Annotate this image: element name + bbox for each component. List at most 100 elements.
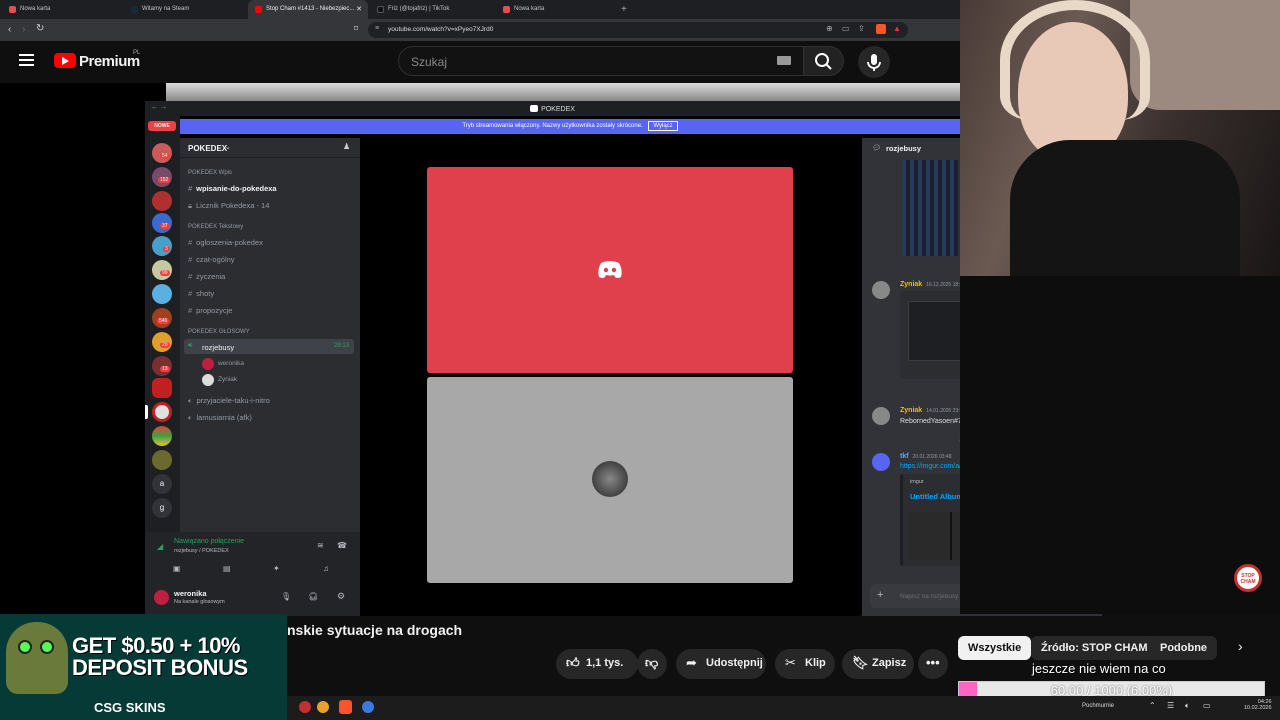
discord-back-icon: ← → — [151, 104, 167, 111]
like-button[interactable]: 👍︎ 1,1 tys. — [556, 649, 638, 679]
more-actions-button[interactable]: ••• — [918, 649, 948, 679]
channel-ogloszenia[interactable]: # ogloszenia-pokedex — [188, 238, 263, 247]
server-icon[interactable] — [152, 378, 172, 398]
channel-label: ogloszenia-pokedex — [196, 238, 263, 247]
brave-browser-icon[interactable] — [339, 700, 352, 714]
tray-chevron-icon[interactable]: ⌃ — [1149, 701, 1156, 710]
gear-icon[interactable]: ⚙ — [337, 591, 345, 602]
server-header[interactable]: POKEDEX ⌄ ♟ — [180, 138, 360, 158]
youtube-logo-icon[interactable] — [54, 53, 76, 68]
voice-search-button[interactable] — [858, 46, 890, 78]
channel-czat[interactable]: # czat-ogólny — [188, 255, 235, 264]
battery-icon[interactable]: ▭ — [1203, 701, 1211, 710]
tab-label: Friz (@tojafriz) | TikTok — [388, 6, 450, 12]
clip-button[interactable]: ✂ Klip — [775, 649, 835, 679]
chip-related[interactable]: Podobne — [1150, 636, 1218, 660]
screen-share-icon[interactable]: ▤ — [223, 564, 231, 573]
avatar[interactable] — [872, 407, 890, 425]
save-button[interactable]: 🔖︎ Zapisz — [842, 649, 914, 679]
server-icon[interactable] — [152, 450, 172, 470]
participant-tile[interactable] — [427, 377, 793, 583]
browser-tab[interactable]: Nowa karta — [2, 0, 120, 19]
headphones-icon[interactable]: 🎧︎ — [308, 592, 318, 601]
volume-icon[interactable]: 🔈︎ — [1185, 701, 1190, 711]
weather-label[interactable]: Pochmurnie — [1082, 703, 1114, 709]
attached-image[interactable] — [902, 160, 958, 256]
message-author[interactable]: Zyniak — [900, 281, 922, 288]
browser-tab[interactable]: Witamy na Steam — [124, 0, 244, 19]
channel-shoty[interactable]: # shoty — [188, 289, 214, 298]
dislike-button[interactable]: 👎︎ — [637, 649, 667, 679]
share-icon[interactable]: ⇪ — [858, 24, 865, 33]
system-clock[interactable]: 04:26 10.02.2026 — [1244, 699, 1272, 711]
zoom-icon[interactable]: ⊕ — [826, 24, 833, 33]
embed-title[interactable]: Untitled Album — [910, 492, 963, 501]
soundboard-icon[interactable]: ♫ — [323, 564, 329, 573]
search-input[interactable]: Szukaj — [398, 46, 804, 76]
avatar[interactable] — [154, 590, 169, 605]
avatar[interactable] — [872, 281, 890, 299]
keyboard-icon[interactable] — [777, 56, 791, 65]
youtube-premium-logo[interactable]: Premium — [79, 53, 140, 70]
connection-status[interactable]: Nawiązano połączenie — [174, 538, 244, 545]
voice-user[interactable]: weronika — [218, 360, 244, 367]
server-icon[interactable] — [152, 284, 172, 304]
channel-licznik[interactable]: 🔒︎ Licznik Pokedexa - 14 — [188, 201, 269, 211]
browser-tab[interactable]: Nowa karta — [496, 0, 616, 19]
message-author[interactable]: tkf — [900, 453, 909, 460]
app-icon[interactable] — [299, 701, 311, 713]
bookmark-icon[interactable]: ⌑ — [354, 24, 358, 33]
site-info-icon[interactable]: ≡ — [375, 25, 379, 32]
channel-zyczenia[interactable]: # życzenia — [188, 272, 225, 281]
pokedex-server-icon[interactable] — [152, 402, 172, 422]
url-input[interactable]: ≡ youtube.com/watch?v=xPyeo7XJrd0 ⊕ ▭ ⇪ … — [368, 22, 908, 38]
category-label[interactable]: POKEDEX Wpis — [188, 170, 232, 176]
cast-icon[interactable]: ▭ — [842, 24, 850, 33]
share-button[interactable]: ➦ Udostępnij — [676, 649, 766, 679]
noise-suppression-icon[interactable]: ≋ — [317, 541, 324, 550]
menu-icon[interactable] — [19, 54, 34, 66]
chip-source[interactable]: Źródło: STOP CHAM — [1031, 636, 1158, 660]
app-icon[interactable] — [317, 701, 329, 713]
new-tab-icon[interactable]: + — [621, 4, 627, 15]
connection-location: rozjebusy / POKEDEX — [174, 548, 229, 554]
participant-tile[interactable] — [427, 167, 793, 373]
close-tab-icon[interactable]: ✕ — [356, 5, 362, 13]
search-button[interactable] — [804, 46, 844, 76]
channel-wpisanie[interactable]: # wpisanie-do-pokedexa — [188, 184, 277, 193]
channel-propozycje[interactable]: # propozycje — [188, 306, 232, 315]
add-attachment-icon[interactable]: + — [877, 589, 883, 601]
disconnect-icon[interactable]: ☎ — [337, 541, 347, 550]
avatar[interactable] — [872, 453, 890, 471]
brave-shield-icon[interactable] — [876, 24, 886, 34]
message-author[interactable]: Zyniak — [900, 407, 922, 414]
wifi-icon[interactable]: ☰ — [1167, 701, 1174, 710]
disable-streamer-mode-button[interactable]: Wyłącz — [648, 121, 678, 131]
forward-icon[interactable]: › — [22, 24, 25, 35]
server-icon[interactable] — [152, 426, 172, 446]
channel-label: wpisanie-do-pokedexa — [196, 184, 277, 193]
voice-user[interactable]: Zyniak — [218, 376, 237, 383]
clip-label: Klip — [805, 657, 826, 669]
microphone-icon[interactable]: 🎙︎ — [281, 592, 291, 601]
like-count: 1,1 tys. — [586, 657, 624, 669]
channel-lamusiarnia[interactable]: 🔈︎ lamusiarnia (afk) — [188, 413, 252, 423]
browser-tab-active[interactable]: Stop Cham #1413 - Niebezpiec... ✕ — [248, 0, 368, 19]
camera-icon[interactable]: ▣ — [173, 564, 181, 573]
steam-icon[interactable] — [362, 701, 374, 713]
brave-rewards-icon[interactable]: ▲ — [893, 24, 901, 33]
back-icon[interactable]: ‹ — [8, 24, 11, 35]
reload-icon[interactable]: ↻ — [36, 23, 44, 34]
chip-all[interactable]: Wszystkie — [958, 636, 1032, 660]
add-member-icon[interactable]: ♟ — [343, 142, 350, 151]
channel-przyjaciele[interactable]: 🔈︎ przyjaciele-taku-i-nitro — [188, 396, 270, 406]
server-icon-a[interactable]: a — [152, 474, 172, 494]
activities-icon[interactable]: ✦ — [273, 564, 280, 573]
chevron-right-icon[interactable]: › — [1238, 638, 1243, 654]
browser-tab[interactable]: Friz (@tojafriz) | TikTok — [370, 0, 495, 19]
voice-channel-active[interactable]: 🔊︎ rozjebusy 29:13 — [184, 339, 354, 354]
server-icon-g[interactable]: g — [152, 498, 172, 518]
category-label[interactable]: POKEDEX GŁOSOWY — [188, 329, 250, 335]
server-icon[interactable] — [152, 191, 172, 211]
category-label[interactable]: POKEDEX Tekstowy — [188, 224, 243, 230]
